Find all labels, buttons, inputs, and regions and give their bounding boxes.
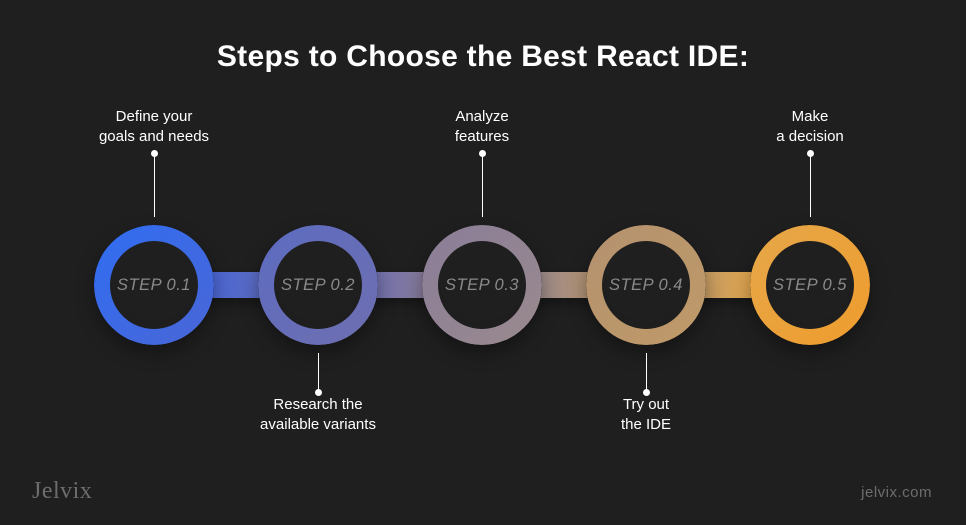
step-label-2: STEP 0.2 (281, 276, 355, 295)
step-label-4: STEP 0.4 (609, 276, 683, 295)
brand-logo: Jelvix (32, 478, 92, 505)
pin-icon (318, 353, 319, 393)
step-label-1: STEP 0.1 (117, 276, 191, 295)
pin-icon (154, 153, 155, 217)
step-ring-1: STEP 0.1 (94, 225, 214, 345)
step-label-3: STEP 0.3 (445, 276, 519, 295)
brand-url: jelvix.com (861, 484, 932, 501)
step-ring-5: STEP 0.5 (750, 225, 870, 345)
step-label-5: STEP 0.5 (773, 276, 847, 295)
step-ring-2: STEP 0.2 (258, 225, 378, 345)
pin-icon (646, 353, 647, 393)
step-caption-2: Research theavailable variants (238, 395, 398, 436)
pin-icon (482, 153, 483, 217)
pin-icon (810, 153, 811, 217)
page-title: Steps to Choose the Best React IDE: (0, 0, 966, 74)
step-caption-4: Try outthe IDE (566, 395, 726, 436)
step-caption-1: Define yourgoals and needs (74, 107, 234, 148)
step-ring-3: STEP 0.3 (422, 225, 542, 345)
step-caption-5: Makea decision (730, 107, 890, 148)
step-caption-3: Analyzefeatures (402, 107, 562, 148)
step-ring-4: STEP 0.4 (586, 225, 706, 345)
step-chain: STEP 0.1 STEP 0.2 STEP 0.3 STEP 0.4 STEP… (94, 225, 872, 345)
